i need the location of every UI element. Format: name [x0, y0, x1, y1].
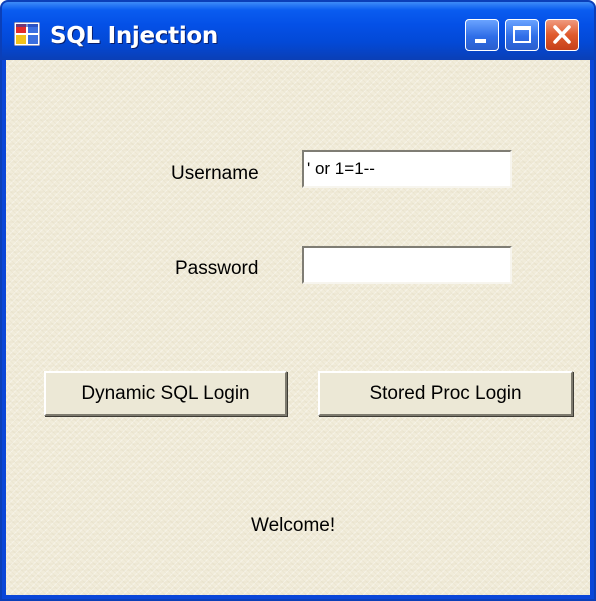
close-icon: [553, 25, 571, 44]
maximize-button[interactable]: [505, 19, 539, 51]
stored-proc-login-button[interactable]: Stored Proc Login: [318, 371, 573, 416]
password-input[interactable]: [302, 246, 512, 284]
password-label: Password: [175, 258, 259, 279]
app-window: SQL Injection Username Password Dynamic …: [0, 0, 596, 601]
minimize-icon: [475, 39, 486, 43]
title-bar[interactable]: SQL Injection: [2, 2, 594, 60]
username-input[interactable]: [302, 150, 512, 188]
maximize-icon: [513, 26, 531, 43]
winforms-app-icon: [14, 22, 40, 46]
form-client-area: Username Password Dynamic SQL Login Stor…: [6, 60, 590, 595]
status-message: Welcome!: [251, 515, 336, 536]
close-button[interactable]: [545, 19, 579, 51]
minimize-button[interactable]: [465, 19, 499, 51]
window-title: SQL Injection: [50, 23, 218, 49]
dynamic-sql-login-button[interactable]: Dynamic SQL Login: [44, 371, 287, 416]
username-label: Username: [171, 163, 259, 184]
